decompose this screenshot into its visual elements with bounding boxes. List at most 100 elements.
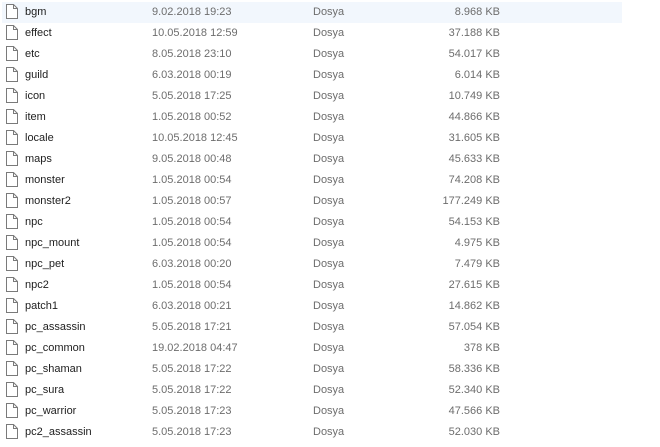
file-list: bgm 9.02.2018 19:23 Dosya 8.968 KB effec… <box>0 0 660 447</box>
file-name: npc_pet <box>25 258 65 270</box>
file-date: 5.05.2018 17:22 <box>152 384 232 396</box>
file-type: Dosya <box>313 27 345 39</box>
file-icon <box>6 403 18 418</box>
file-size: 58.336 KB <box>448 363 500 375</box>
file-row[interactable]: maps 9.05.2018 00:48 Dosya 45.633 KB <box>0 149 660 170</box>
file-icon <box>6 361 18 376</box>
file-type: Dosya <box>313 216 345 228</box>
file-size: 44.866 KB <box>448 111 500 123</box>
file-name: npc2 <box>25 279 49 291</box>
file-icon <box>6 214 18 229</box>
file-size: 6.014 KB <box>454 69 500 81</box>
file-type: Dosya <box>313 111 345 123</box>
file-size: 45.633 KB <box>448 153 500 165</box>
file-row[interactable]: guild 6.03.2018 00:19 Dosya 6.014 KB <box>0 65 660 86</box>
file-date: 1.05.2018 00:57 <box>152 195 232 207</box>
file-row[interactable]: pc_shaman 5.05.2018 17:22 Dosya 58.336 K… <box>0 359 660 380</box>
file-row[interactable]: effect 10.05.2018 12:59 Dosya 37.188 KB <box>0 23 660 44</box>
file-type: Dosya <box>313 279 345 291</box>
file-date: 1.05.2018 00:52 <box>152 111 232 123</box>
file-type: Dosya <box>313 48 345 60</box>
file-size: 52.030 KB <box>448 426 500 438</box>
file-row[interactable]: pc_warrior 5.05.2018 17:23 Dosya 47.566 … <box>0 401 660 422</box>
file-icon <box>6 172 18 187</box>
file-name: pc_shaman <box>25 363 82 375</box>
file-size: 27.615 KB <box>448 279 500 291</box>
file-row[interactable]: npc_mount 1.05.2018 00:54 Dosya 4.975 KB <box>0 233 660 254</box>
file-size: 37.188 KB <box>448 27 500 39</box>
file-row[interactable]: pc_common 19.02.2018 04:47 Dosya 378 KB <box>0 338 660 359</box>
file-icon <box>6 46 18 61</box>
file-row[interactable]: monster2 1.05.2018 00:57 Dosya 177.249 K… <box>0 191 660 212</box>
file-size: 8.968 KB <box>454 6 500 18</box>
file-row[interactable]: patch1 6.03.2018 00:21 Dosya 14.862 KB <box>0 296 660 317</box>
file-name: patch1 <box>25 300 59 312</box>
file-type: Dosya <box>313 321 345 333</box>
file-type: Dosya <box>313 195 345 207</box>
file-type: Dosya <box>313 300 345 312</box>
file-size: 7.479 KB <box>454 258 500 270</box>
file-name: etc <box>25 48 40 60</box>
file-icon <box>6 193 18 208</box>
file-row[interactable]: pc_assassin 5.05.2018 17:21 Dosya 57.054… <box>0 317 660 338</box>
file-icon <box>6 319 18 334</box>
file-icon <box>6 67 18 82</box>
file-row[interactable]: locale 10.05.2018 12:45 Dosya 31.605 KB <box>0 128 660 149</box>
file-row[interactable]: pc2_assassin 5.05.2018 17:23 Dosya 52.03… <box>0 422 660 443</box>
file-icon <box>6 256 18 271</box>
file-type: Dosya <box>313 426 345 438</box>
file-size: 52.340 KB <box>448 384 500 396</box>
file-row[interactable]: npc2 1.05.2018 00:54 Dosya 27.615 KB <box>0 275 660 296</box>
file-row[interactable]: npc_pet 6.03.2018 00:20 Dosya 7.479 KB <box>0 254 660 275</box>
file-type: Dosya <box>313 384 345 396</box>
file-date: 5.05.2018 17:21 <box>152 321 232 333</box>
file-size: 10.749 KB <box>448 90 500 102</box>
file-name: npc_mount <box>25 237 80 249</box>
file-type: Dosya <box>313 405 345 417</box>
file-row[interactable]: bgm 9.02.2018 19:23 Dosya 8.968 KB <box>0 2 660 23</box>
file-row[interactable]: etc 8.05.2018 23:10 Dosya 54.017 KB <box>0 44 660 65</box>
file-type: Dosya <box>313 237 345 249</box>
file-icon <box>6 109 18 124</box>
file-row[interactable]: item 1.05.2018 00:52 Dosya 44.866 KB <box>0 107 660 128</box>
file-row[interactable]: icon 5.05.2018 17:25 Dosya 10.749 KB <box>0 86 660 107</box>
file-date: 10.05.2018 12:45 <box>152 132 238 144</box>
file-name: pc_assassin <box>25 321 86 333</box>
file-name: guild <box>25 69 49 81</box>
file-icon <box>6 340 18 355</box>
file-type: Dosya <box>313 153 345 165</box>
file-date: 5.05.2018 17:25 <box>152 90 232 102</box>
file-type: Dosya <box>313 90 345 102</box>
file-icon <box>6 88 18 103</box>
file-icon <box>6 298 18 313</box>
file-size: 4.975 KB <box>454 237 500 249</box>
file-size: 54.017 KB <box>448 48 500 60</box>
file-name: monster2 <box>25 195 71 207</box>
file-size: 54.153 KB <box>448 216 500 228</box>
file-name: maps <box>25 153 52 165</box>
file-date: 6.03.2018 00:19 <box>152 69 232 81</box>
file-row[interactable]: npc 1.05.2018 00:54 Dosya 54.153 KB <box>0 212 660 233</box>
file-row[interactable]: monster 1.05.2018 00:54 Dosya 74.208 KB <box>0 170 660 191</box>
file-type: Dosya <box>313 174 345 186</box>
file-row[interactable]: pc_sura 5.05.2018 17:22 Dosya 52.340 KB <box>0 380 660 401</box>
file-date: 5.05.2018 17:23 <box>152 405 232 417</box>
file-name: npc <box>25 216 43 228</box>
file-date: 6.03.2018 00:20 <box>152 258 232 270</box>
file-date: 6.03.2018 00:21 <box>152 300 232 312</box>
file-name: monster <box>25 174 65 186</box>
file-icon <box>6 151 18 166</box>
file-size: 14.862 KB <box>448 300 500 312</box>
file-icon <box>6 235 18 250</box>
file-name: pc_common <box>25 342 85 354</box>
file-name: item <box>25 111 46 123</box>
file-date: 1.05.2018 00:54 <box>152 279 232 291</box>
file-date: 1.05.2018 00:54 <box>152 237 232 249</box>
file-type: Dosya <box>313 342 345 354</box>
file-date: 5.05.2018 17:22 <box>152 363 232 375</box>
file-date: 9.02.2018 19:23 <box>152 6 232 18</box>
file-date: 19.02.2018 04:47 <box>152 342 238 354</box>
file-icon <box>6 25 18 40</box>
file-type: Dosya <box>313 363 345 375</box>
file-date: 9.05.2018 00:48 <box>152 153 232 165</box>
